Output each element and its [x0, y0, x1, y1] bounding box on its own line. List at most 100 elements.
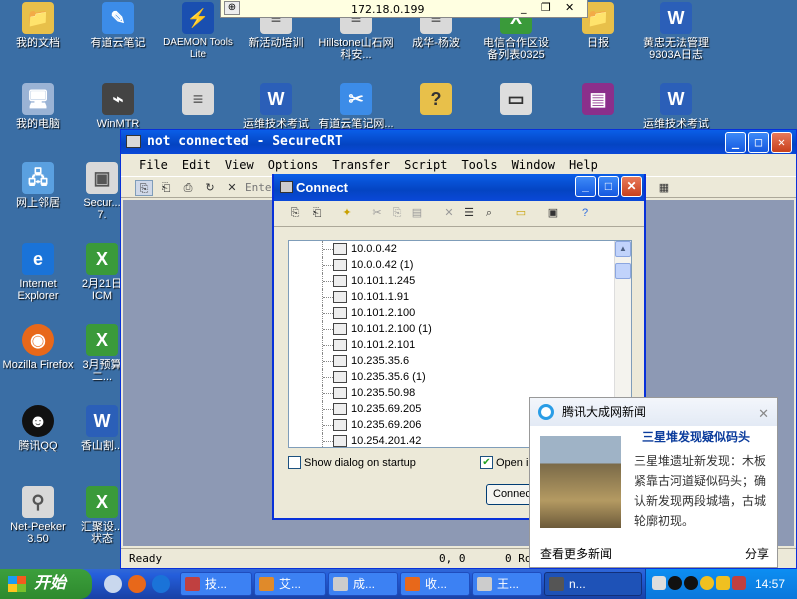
desktop-icon-xiangshan[interactable]: W 香山割...	[80, 405, 124, 452]
news-body[interactable]: 三星堆遗址新发现：木板紧靠古河道疑似码头；确认新发现两段城墙，古城轮廓初现。	[634, 451, 772, 531]
session-item[interactable]: 10.235.35.6 (1)	[289, 369, 631, 385]
pin-icon[interactable]: ⊕	[224, 1, 240, 15]
desktop-icon-youdao-note[interactable]: ✎ 有道云笔记	[80, 2, 156, 49]
show-desktop-icon[interactable]	[104, 575, 122, 593]
new-session-icon[interactable]: ✦	[338, 205, 356, 221]
menu-options[interactable]: Options	[268, 154, 319, 176]
close-button[interactable]: ✕	[771, 132, 792, 153]
desktop-icon-help-file[interactable]: ?	[398, 83, 474, 118]
taskbar-item-1[interactable]: 技...	[180, 572, 252, 596]
find-icon[interactable]: ⌕	[480, 205, 498, 221]
remote-restore-button[interactable]: ❐	[541, 1, 551, 14]
menu-transfer[interactable]: Transfer	[332, 154, 390, 176]
scroll-up-icon[interactable]: ▲	[615, 241, 631, 257]
open-in-tab-checkbox[interactable]: ✔ Open in	[480, 456, 535, 469]
desktop-icon-youdao-web[interactable]: ✂ 有道云笔记网...	[318, 83, 394, 130]
taskbar-item-2[interactable]: 艾...	[254, 572, 326, 596]
desktop-icon-qq[interactable]: ☻ 腾讯QQ	[0, 405, 76, 452]
delete-icon[interactable]: ✕	[440, 205, 458, 221]
desktop-icon-securecrt[interactable]: ▣ Secur... 7.	[80, 162, 124, 221]
remote-minimize-button[interactable]: _	[521, 1, 527, 14]
reconnect-icon[interactable]: ↻	[201, 180, 219, 196]
start-button[interactable]: 开始	[0, 569, 92, 599]
menu-tools[interactable]: Tools	[461, 154, 497, 176]
desktop-icon-internet-explorer[interactable]: e Internet Explorer	[0, 243, 76, 302]
session-item[interactable]: 10.0.0.42 (1)	[289, 257, 631, 273]
desktop-icon-archive[interactable]: ▤	[560, 83, 636, 118]
connect-icon[interactable]: ⎘	[135, 180, 153, 196]
dialog-minimize-button[interactable]: _	[575, 176, 596, 197]
desktop-icon-network-places[interactable]: 🖧 网上邻居	[0, 162, 76, 209]
firefox-icon[interactable]	[128, 575, 146, 593]
desktop-icon-winmtr[interactable]: ⌁ WinMTR	[80, 83, 156, 130]
menu-view[interactable]: View	[225, 154, 254, 176]
desktop-icon-ops-exam[interactable]: W 运维技术考试	[238, 83, 314, 130]
scroll-thumb[interactable]	[615, 263, 631, 279]
checkbox-box	[288, 456, 301, 469]
session-item[interactable]: 10.101.1.91	[289, 289, 631, 305]
paste-icon[interactable]: ▤	[408, 205, 426, 221]
desktop-icon-feb21[interactable]: X 2月21日 ICM	[80, 243, 124, 302]
session-item[interactable]: 10.101.1.245	[289, 273, 631, 289]
menu-help[interactable]: Help	[569, 154, 598, 176]
securecrt-titlebar[interactable]: not connected - SecureCRT _ □ ✕	[121, 130, 796, 154]
desktop-icon-net-peeker[interactable]: ⚲ Net-Peeker 3.50	[0, 486, 76, 545]
tray-icon[interactable]	[700, 576, 714, 590]
more-news-link[interactable]: 查看更多新闻	[540, 545, 612, 562]
desktop-icon-tv[interactable]: ▭	[478, 83, 554, 118]
desktop-icon-march-budget[interactable]: X 3月预算 二...	[80, 324, 124, 383]
share-link[interactable]: 分享	[745, 545, 769, 562]
news-thumbnail[interactable]	[540, 436, 621, 528]
word-icon: W	[260, 83, 292, 115]
properties-icon[interactable]: ☰	[460, 205, 478, 221]
news-headline[interactable]: 三星堆发现疑似码头	[642, 428, 750, 445]
session-item[interactable]: 10.101.2.100	[289, 305, 631, 321]
session-item[interactable]: 10.0.0.42	[289, 241, 631, 257]
desktop-shortcut-icon[interactable]: ▣	[544, 205, 562, 221]
connect-dialog-titlebar[interactable]: Connect _ □ ✕	[274, 174, 644, 201]
taskbar-item-6[interactable]: n...	[544, 572, 642, 596]
desktop-icon-ops-exam-2[interactable]: W 运维技术考试	[638, 83, 714, 130]
desktop-icon-my-computer[interactable]: 🖥 我的电脑	[0, 83, 76, 130]
dialog-maximize-button[interactable]: □	[598, 176, 619, 197]
show-dialog-on-startup-checkbox[interactable]: Show dialog on startup	[288, 456, 416, 469]
menu-window[interactable]: Window	[512, 154, 555, 176]
desktop-icon-doc-a[interactable]: ≡	[160, 83, 236, 118]
connect-tab-icon[interactable]: ⎙	[179, 180, 197, 196]
options-icon[interactable]: ▦	[655, 180, 673, 196]
menu-file[interactable]: File	[139, 154, 168, 176]
session-item[interactable]: 10.101.2.100 (1)	[289, 321, 631, 337]
maximize-button[interactable]: □	[748, 132, 769, 153]
taskbar-item-4[interactable]: 收...	[400, 572, 470, 596]
copy-icon[interactable]: ⎘	[388, 205, 406, 221]
tray-icon[interactable]	[652, 576, 666, 590]
taskbar-item-5[interactable]: 王...	[472, 572, 542, 596]
remote-close-button[interactable]: ✕	[565, 1, 574, 14]
qq-tray-icon[interactable]	[668, 576, 682, 590]
news-close-button[interactable]: ✕	[758, 400, 769, 428]
new-folder-icon[interactable]: ▭	[512, 205, 530, 221]
desktop-icon-aggregation-status[interactable]: X 汇聚设... 状态	[80, 486, 124, 545]
disconnect-icon[interactable]: ✕	[223, 180, 241, 196]
desktop-icon-firefox[interactable]: ◉ Mozilla Firefox	[0, 324, 76, 371]
session-item[interactable]: 10.101.2.101	[289, 337, 631, 353]
minimize-button[interactable]: _	[725, 132, 746, 153]
ie-icon[interactable]	[152, 575, 170, 593]
dialog-close-button[interactable]: ✕	[621, 176, 642, 197]
menu-script[interactable]: Script	[404, 154, 447, 176]
cut-icon[interactable]: ✂	[368, 205, 386, 221]
taskbar-item-3[interactable]: 成...	[328, 572, 398, 596]
taskbar: 开始 技... 艾... 成... 收... 王... n... 14:57	[0, 569, 797, 599]
qq-tray-icon[interactable]	[684, 576, 698, 590]
help-icon[interactable]: ?	[576, 205, 594, 221]
desktop-icon-my-documents[interactable]: 📁 我的文档	[0, 2, 76, 49]
clock[interactable]: 14:57	[755, 577, 785, 591]
tray-icon[interactable]	[732, 576, 746, 590]
shield-icon[interactable]	[716, 576, 730, 590]
quick-connect-icon[interactable]: ⎘	[286, 205, 304, 221]
connect-tab-icon[interactable]: ⎗	[308, 205, 326, 221]
menu-edit[interactable]: Edit	[182, 154, 211, 176]
desktop-icon-huangzhong-log[interactable]: W 黄忠无法管理9303A日志	[638, 2, 714, 61]
session-item[interactable]: 10.235.35.6	[289, 353, 631, 369]
quick-connect-icon[interactable]: ⎗	[157, 180, 175, 196]
